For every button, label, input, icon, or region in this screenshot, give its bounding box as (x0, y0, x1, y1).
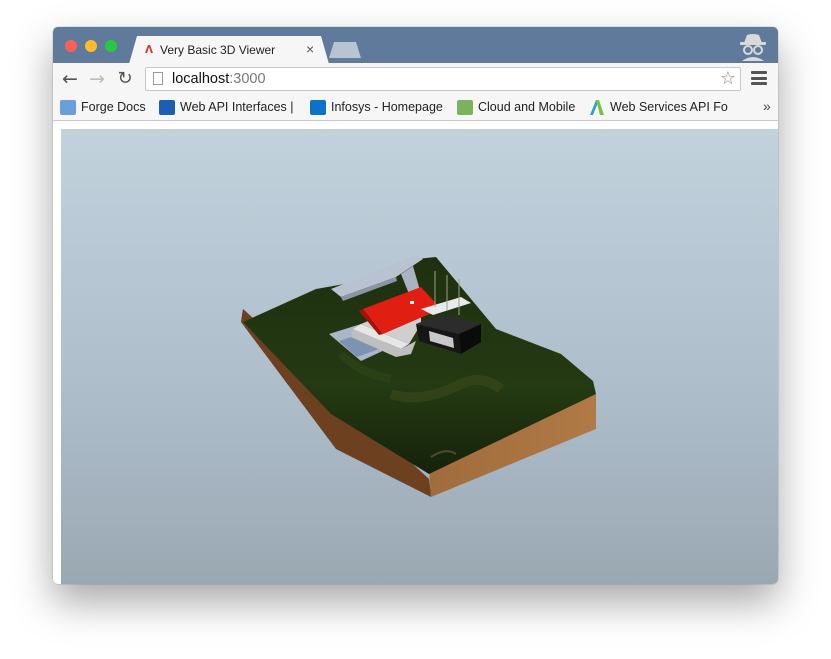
bookmark-star-icon[interactable]: ☆ (720, 68, 736, 90)
cloud-icon (457, 100, 473, 115)
new-tab-button[interactable] (329, 42, 361, 58)
browser-window: Very Basic 3D Viewer × ← → ↻ localhost:3… (53, 27, 778, 584)
page-icon (153, 72, 163, 85)
maximize-window-button[interactable] (105, 40, 117, 52)
address-bar[interactable]: localhost:3000 ☆ (145, 67, 741, 91)
forward-arrow-icon[interactable]: → (85, 66, 109, 92)
bookmark-label: Web API Interfaces | (180, 100, 294, 114)
sharepoint-icon (310, 100, 326, 115)
minimize-window-button[interactable] (85, 40, 97, 52)
web-api-icon (159, 100, 175, 115)
tab-very-basic-3d-viewer[interactable]: Very Basic 3D Viewer × (129, 36, 329, 64)
url-text: localhost:3000 (172, 71, 266, 87)
autodesk-a-icon (589, 100, 605, 115)
3d-model-scene (241, 255, 596, 497)
roof-chimney (410, 301, 414, 304)
tab-title: Very Basic 3D Viewer (160, 43, 276, 57)
folder-icon (60, 100, 76, 115)
bookmark-label: Web Services API Fo (610, 100, 728, 114)
close-window-button[interactable] (65, 40, 77, 52)
url-host: localhost (172, 71, 230, 87)
close-tab-icon[interactable]: × (306, 41, 314, 57)
url-port: :3000 (229, 71, 266, 87)
autodesk-icon (144, 44, 154, 54)
3d-viewer-canvas[interactable] (61, 129, 778, 584)
toolbar: ← → ↻ localhost:3000 ☆ (53, 63, 778, 95)
incognito-icon (736, 31, 770, 61)
page-content (53, 121, 778, 584)
bookmark-label: Forge Docs (81, 100, 146, 114)
bookmarks-bar: Forge Docs Web API Interfaces | Infosys … (53, 95, 778, 121)
bookmark-label: Infosys - Homepage (331, 100, 443, 114)
back-arrow-icon[interactable]: ← (58, 66, 82, 92)
bookmarks-overflow-button[interactable]: » (763, 98, 771, 114)
reload-icon[interactable]: ↻ (113, 66, 137, 92)
title-bar: Very Basic 3D Viewer × (53, 27, 778, 64)
bookmark-label: Cloud and Mobile (478, 100, 576, 114)
browser-menu-icon[interactable] (751, 71, 767, 87)
